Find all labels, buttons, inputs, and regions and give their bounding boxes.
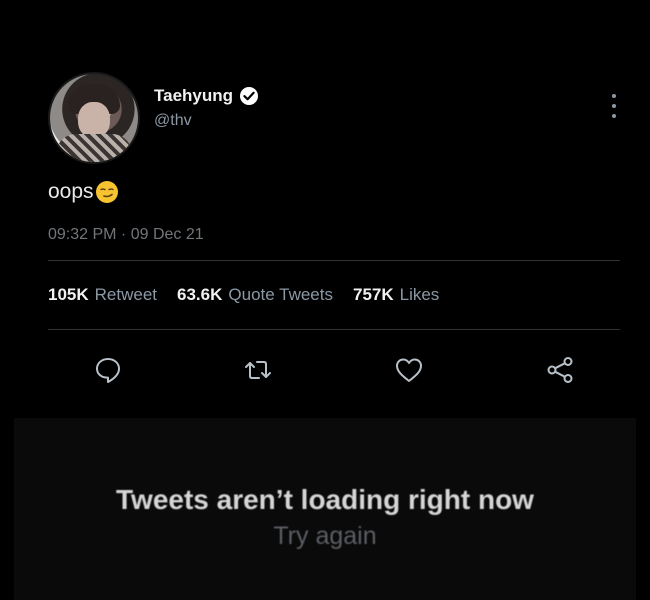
error-message: Tweets aren’t loading right now — [116, 484, 534, 515]
retweet-count: 105K — [48, 285, 89, 304]
likes-label: Likes — [399, 285, 440, 304]
retweet-label: Retweet — [94, 285, 158, 304]
avatar-shirt — [56, 134, 132, 162]
tweet-header: Taehyung @thv — [48, 72, 620, 164]
quote-tweets-count: 63.6K — [177, 285, 223, 304]
handle[interactable]: @thv — [154, 112, 259, 130]
tweet-screen: Taehyung @thv oops 09:32 PM · 09 Dec 21 … — [0, 0, 650, 600]
display-name-row: Taehyung — [154, 86, 259, 106]
try-again-button[interactable]: Try again — [14, 522, 636, 551]
tweet-card: Taehyung @thv oops 09:32 PM · 09 Dec 21 … — [48, 72, 620, 410]
avatar[interactable] — [48, 72, 140, 164]
avatar-face — [78, 102, 110, 138]
likes-stat[interactable]: 757K Likes — [353, 285, 439, 305]
tweet-text: oops — [48, 180, 94, 203]
retweet-icon[interactable] — [242, 354, 274, 386]
smirk-emoji-icon — [95, 180, 119, 204]
tweet-timestamp[interactable]: 09:32 PM · 09 Dec 21 — [48, 226, 620, 244]
tweet-actions — [48, 330, 620, 410]
more-icon[interactable] — [604, 94, 624, 118]
author-info: Taehyung @thv — [154, 86, 259, 130]
reply-icon[interactable] — [92, 354, 124, 386]
quote-tweets-stat[interactable]: 63.6K Quote Tweets — [177, 285, 333, 305]
tweet-stats: 105K Retweet 63.6K Quote Tweets 757K Lik… — [48, 261, 620, 329]
retweet-stat[interactable]: 105K Retweet — [48, 285, 157, 305]
quote-tweets-label: Quote Tweets — [228, 285, 333, 304]
tweets-error-panel: Tweets aren’t loading right now Try agai… — [14, 418, 636, 600]
display-name[interactable]: Taehyung — [154, 86, 233, 106]
share-icon[interactable] — [544, 354, 576, 386]
tweet-text-row: oops — [48, 180, 620, 204]
like-icon[interactable] — [393, 354, 425, 386]
verified-icon — [239, 86, 259, 106]
likes-count: 757K — [352, 285, 394, 304]
